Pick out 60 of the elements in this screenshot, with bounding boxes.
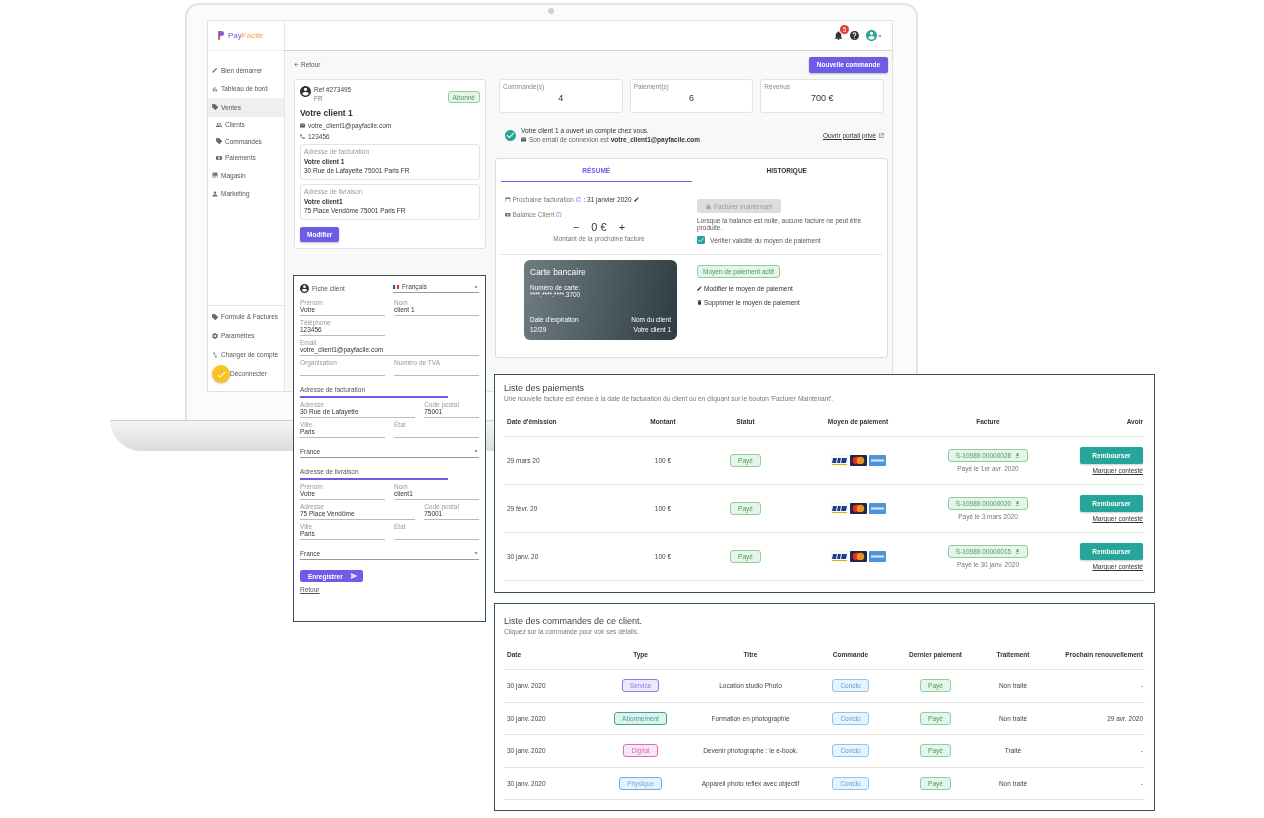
check-icon xyxy=(216,369,226,379)
store-icon xyxy=(212,172,218,179)
card-brand-icon xyxy=(868,503,886,514)
download-icon xyxy=(1015,501,1021,506)
send-icon xyxy=(350,573,357,579)
email-icon xyxy=(300,123,305,128)
flag-icon xyxy=(393,284,399,289)
account-icon xyxy=(300,86,311,97)
stat-value: 700 € xyxy=(810,93,834,103)
gear-icon xyxy=(212,332,218,339)
card-title: Carte bancaire xyxy=(530,267,587,277)
bar-chart-icon xyxy=(212,85,218,92)
card-brand-icon xyxy=(868,455,886,466)
stat-value: 6 xyxy=(689,93,694,103)
people-icon xyxy=(216,121,222,128)
bell-icon[interactable] xyxy=(834,31,843,40)
arrow-left-icon xyxy=(294,62,299,67)
warning-icon xyxy=(706,203,711,209)
pencil-icon[interactable] xyxy=(633,197,639,202)
stat-value: 4 xyxy=(558,93,564,103)
logo-icon xyxy=(218,31,225,40)
trash-icon xyxy=(697,300,702,305)
pencil-icon xyxy=(697,286,702,291)
info-icon xyxy=(556,211,562,218)
external-link-icon xyxy=(879,132,884,138)
banknote-icon xyxy=(216,154,222,161)
camera-dot xyxy=(548,8,554,14)
person-icon xyxy=(212,190,218,197)
tag-icon xyxy=(212,104,218,111)
card-brand-icon xyxy=(868,551,886,562)
client-name: Votre client 1 xyxy=(300,108,354,118)
logo-text: PayFacile xyxy=(228,31,264,40)
caret-icon xyxy=(473,448,479,454)
panel-title: Liste des commandes de ce client. xyxy=(504,616,644,626)
info-icon xyxy=(575,196,582,203)
card-brand-icon xyxy=(830,455,848,466)
download-icon xyxy=(1015,453,1021,458)
increment-button[interactable]: + xyxy=(618,221,626,233)
card-brand-icon xyxy=(830,503,848,514)
email-icon xyxy=(521,137,526,142)
calendar-icon xyxy=(505,196,511,203)
account-icon xyxy=(300,283,309,293)
caret-icon xyxy=(473,283,479,290)
balance-amount: 0 € xyxy=(591,221,607,233)
tag-icon xyxy=(216,138,222,145)
help-icon[interactable] xyxy=(850,31,859,40)
caret-icon xyxy=(473,550,479,556)
panel-title: Liste des paiements xyxy=(504,383,586,393)
phone-icon xyxy=(300,134,305,139)
pencil-icon xyxy=(212,67,218,74)
banknote-icon xyxy=(505,211,511,218)
avatar-icon[interactable] xyxy=(866,30,877,41)
checkbox[interactable] xyxy=(697,236,705,244)
tag-icon xyxy=(212,313,218,320)
card-brand-icon xyxy=(849,455,867,466)
card-brand-icon xyxy=(830,551,848,562)
decrement-button[interactable]: − xyxy=(572,221,580,233)
download-icon xyxy=(1015,549,1021,554)
card-brand-icon xyxy=(849,503,867,514)
card-brand-icon xyxy=(849,551,867,562)
